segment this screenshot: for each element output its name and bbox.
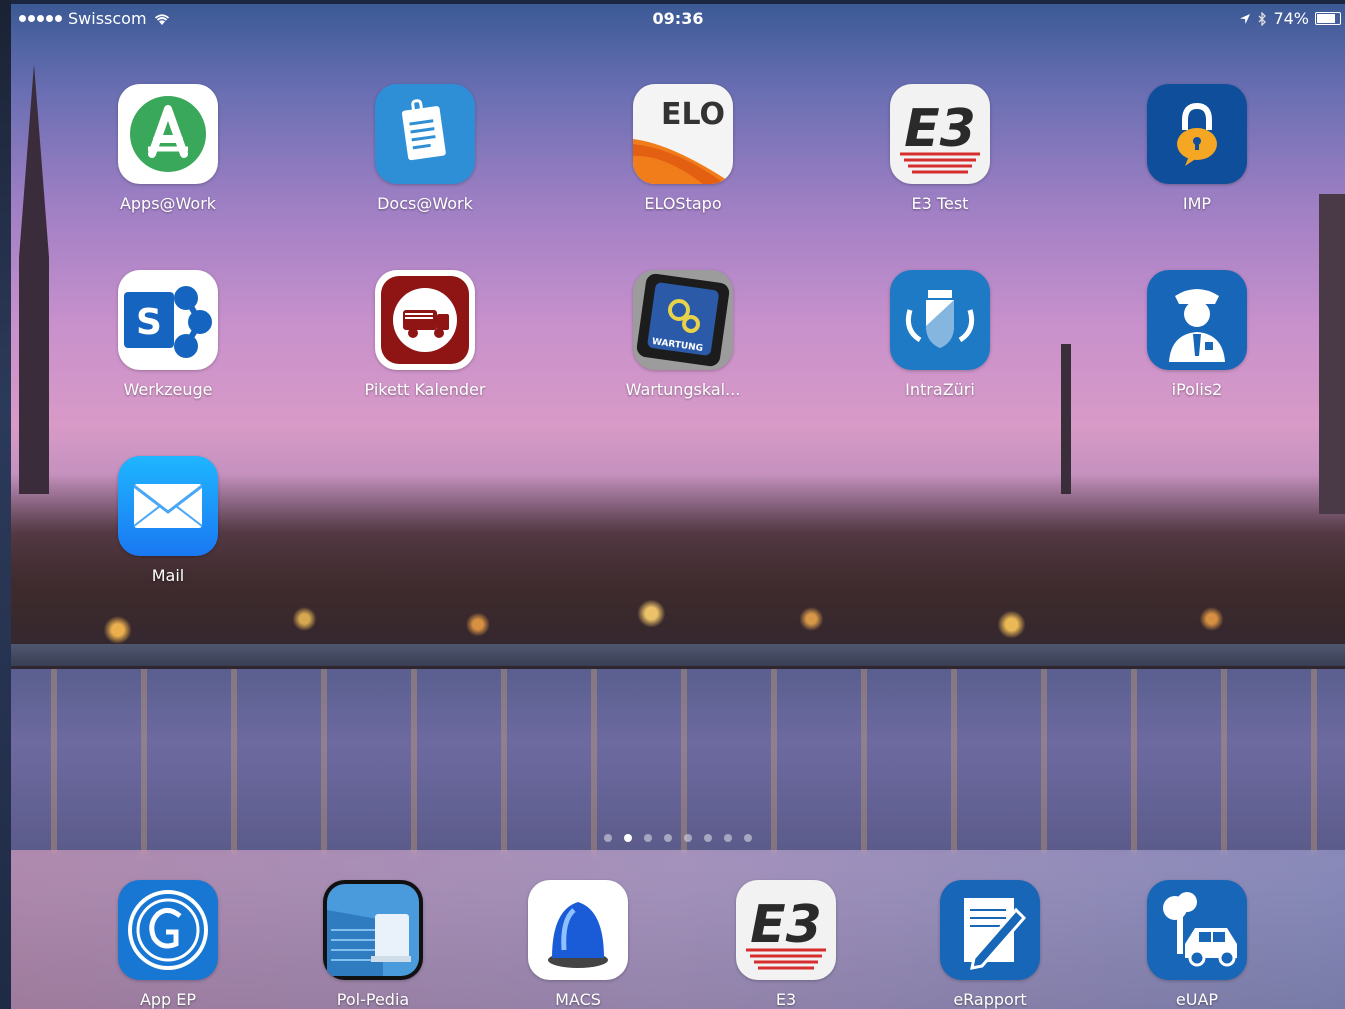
euap-car-crash-icon: [1147, 880, 1247, 980]
app-label: Werkzeuge: [123, 380, 213, 399]
home-screen: Swisscom 09:36 74% Apps@Work Docs@Work E…: [11, 4, 1345, 1009]
page-dot[interactable]: [644, 834, 652, 842]
app-label: Pikett Kalender: [364, 380, 486, 399]
app-label: Pol-Pedia: [336, 990, 410, 1009]
battery-percent: 74%: [1273, 9, 1309, 28]
app-label: E3: [775, 990, 797, 1009]
apps-at-work-icon: [118, 84, 218, 184]
page-dot[interactable]: [724, 834, 732, 842]
app-label: IMP: [1182, 194, 1212, 213]
app-docs-at-work[interactable]: Docs@Work: [325, 84, 525, 213]
sharepoint-icon: S: [118, 270, 218, 370]
pol-pedia-book-icon: [323, 880, 423, 980]
fire-truck-icon: [375, 270, 475, 370]
app-label: Wartungskal...: [625, 380, 741, 399]
wartung-gears-icon: WARTUNG: [633, 270, 733, 370]
dock-euap[interactable]: eUAP: [1097, 880, 1297, 1009]
app-e3-test[interactable]: E3 E3 Test: [840, 84, 1040, 213]
imp-lock-icon: [1147, 84, 1247, 184]
app-label: Mail: [151, 566, 185, 585]
e3-test-icon: E3: [890, 84, 990, 184]
location-arrow-icon: [1240, 13, 1251, 24]
e3-text: E3: [904, 99, 976, 159]
dock-erapport[interactable]: eRapport: [890, 880, 1090, 1009]
app-intrazueri[interactable]: IntraZüri: [840, 270, 1040, 399]
app-label: eUAP: [1175, 990, 1219, 1009]
app-ipolis2[interactable]: iPolis2: [1097, 270, 1297, 399]
clock: 09:36: [652, 9, 704, 28]
device-bezel: [0, 0, 11, 1009]
dock-e3[interactable]: E3 E3: [686, 880, 886, 1009]
wallpaper-tower-right: [1319, 194, 1345, 514]
app-wartungskalender[interactable]: WARTUNG Wartungskal...: [583, 270, 783, 399]
docs-at-work-icon: [375, 84, 475, 184]
app-label: iPolis2: [1171, 380, 1223, 399]
page-dot[interactable]: [664, 834, 672, 842]
app-label: E3 Test: [911, 194, 969, 213]
wallpaper-bridge: [11, 644, 1345, 666]
page-indicator[interactable]: [11, 834, 1345, 842]
app-label: ELOStapo: [644, 194, 722, 213]
app-label: Docs@Work: [377, 194, 473, 213]
elo-text: ELO: [661, 97, 725, 132]
wallpaper-church-tower: [19, 64, 49, 494]
police-officer-icon: [1147, 270, 1247, 370]
app-pikett-kalender[interactable]: Pikett Kalender: [325, 270, 525, 399]
app-werkzeuge[interactable]: S Werkzeuge: [68, 270, 268, 399]
app-ep-icon: [118, 880, 218, 980]
dock-macs[interactable]: MACS: [478, 880, 678, 1009]
app-mail[interactable]: Mail: [68, 456, 268, 585]
status-bar: Swisscom 09:36 74%: [11, 4, 1345, 32]
app-label: Apps@Work: [119, 194, 217, 213]
app-elostapo[interactable]: ELO ELOStapo: [583, 84, 783, 213]
page-dot[interactable]: [704, 834, 712, 842]
sharepoint-letter: S: [136, 302, 162, 343]
app-label: eRapport: [953, 990, 1027, 1009]
dock-pol-pedia[interactable]: Pol-Pedia: [273, 880, 473, 1009]
app-label: IntraZüri: [905, 380, 975, 399]
wallpaper-water: [11, 669, 1345, 854]
app-label: MACS: [555, 990, 601, 1009]
e3-icon: E3: [736, 880, 836, 980]
app-imp[interactable]: IMP: [1097, 84, 1297, 213]
app-label: App EP: [139, 990, 197, 1009]
elo-icon: ELO: [633, 84, 733, 184]
page-dot[interactable]: [744, 834, 752, 842]
dock: App EP Pol-Pedia MACS E3 E3 eRapport eUA…: [11, 850, 1345, 1009]
blue-siren-icon: [528, 880, 628, 980]
page-dot[interactable]: [604, 834, 612, 842]
wallpaper-spire: [1061, 344, 1071, 494]
bluetooth-icon: [1258, 11, 1267, 26]
e3-dock-text: E3: [750, 895, 822, 955]
battery-icon: [1315, 12, 1341, 25]
page-dot[interactable]: [684, 834, 692, 842]
zurich-coat-of-arms-icon: [890, 270, 990, 370]
page-dot-active[interactable]: [624, 834, 632, 842]
dock-app-ep[interactable]: App EP: [68, 880, 268, 1009]
app-apps-at-work[interactable]: Apps@Work: [68, 84, 268, 213]
mail-envelope-icon: [118, 456, 218, 556]
erapport-pen-icon: [940, 880, 1040, 980]
